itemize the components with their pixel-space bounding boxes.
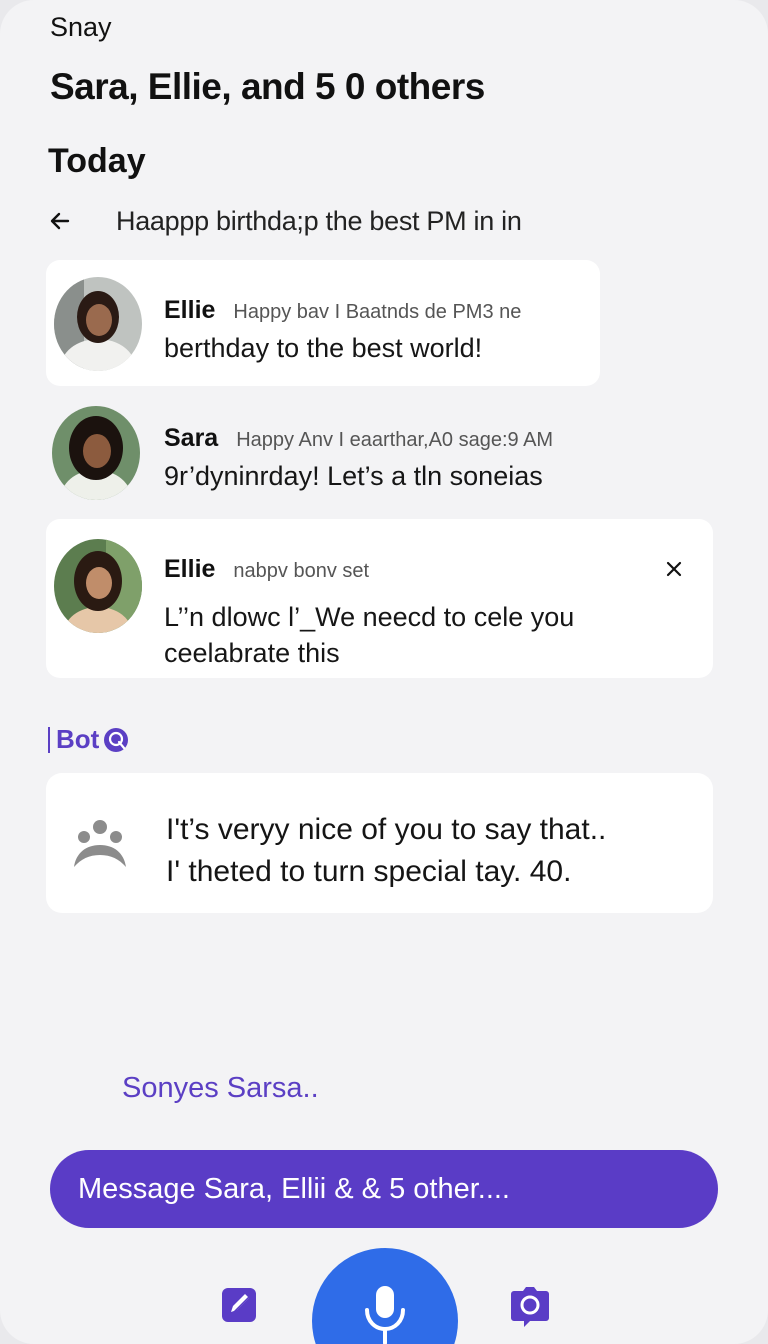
message-sender: Sara xyxy=(164,424,219,452)
message-meta: nabpv bonv set xyxy=(233,560,370,582)
bot-message-card[interactable]: I't’s veryy nice of you to say that.. I'… xyxy=(46,773,713,913)
message-text: L’’n dlowc l’_We neecd to cele you xyxy=(164,602,575,632)
message-meta: Happy Anv I eaarthar,A0 sage:9 AM xyxy=(236,429,554,451)
thread-header: Haappp birthda;p the best PM in in xyxy=(48,198,728,244)
bot-badge-icon xyxy=(104,727,129,752)
edit-icon xyxy=(222,1288,256,1322)
message-composer[interactable]: Message Sara, Ellii & & 5 other.... xyxy=(50,1150,718,1228)
composer-placeholder: Message Sara, Ellii & & 5 other.... xyxy=(78,1172,510,1205)
voice-input-button[interactable] xyxy=(312,1248,458,1344)
message-text: ceelabrate this xyxy=(164,638,340,668)
app-name: Snay xyxy=(50,12,112,42)
avatar xyxy=(54,277,142,371)
edit-button[interactable] xyxy=(220,1284,258,1324)
message-text: berthday to the best world! xyxy=(164,333,483,363)
thread-subject: Haappp birthda;p the best PM in in xyxy=(116,205,522,236)
arrow-left-icon xyxy=(50,212,70,230)
camera-icon xyxy=(511,1287,549,1327)
message-text: 9r’dyninrday! Let’s a tln soneias xyxy=(164,461,543,491)
camera-button[interactable] xyxy=(508,1282,552,1330)
microphone-icon xyxy=(365,1286,405,1344)
date-section-label: Today xyxy=(48,142,146,180)
close-button[interactable] xyxy=(656,551,692,587)
message-item[interactable]: Sara Happy Anv I eaarthar,A0 sage:9 AM 9… xyxy=(46,400,686,504)
message-sender: Ellie xyxy=(164,296,216,324)
group-icon xyxy=(74,820,126,867)
message-item[interactable]: Ellie Happy bav I Baatnds de PM3 ne bert… xyxy=(46,260,600,386)
bot-label-bar xyxy=(48,726,50,753)
bot-message-line: I't’s veryy nice of you to say that.. xyxy=(166,813,607,846)
avatar xyxy=(54,539,142,633)
back-button[interactable] xyxy=(48,198,82,244)
avatar xyxy=(52,406,140,500)
message-item[interactable]: Ellie nabpv bonv set L’’n dlowc l’_We ne… xyxy=(46,519,713,678)
chat-screen: Snay Sara, Ellie, and 5 0 others Today H… xyxy=(0,0,768,1344)
close-icon xyxy=(666,561,682,577)
bot-label-text: Bot xyxy=(56,724,100,754)
bot-message-line: I' theted to turn special tay. 40. xyxy=(166,855,572,888)
bot-label: Bot xyxy=(48,724,129,755)
suggested-reply[interactable]: Sonyes Sarsa.. xyxy=(122,1072,319,1105)
message-sender: Ellie xyxy=(164,555,216,583)
message-meta: Happy bav I Baatnds de PM3 ne xyxy=(233,301,522,323)
chat-title[interactable]: Sara, Ellie, and 5 0 others xyxy=(50,66,485,108)
